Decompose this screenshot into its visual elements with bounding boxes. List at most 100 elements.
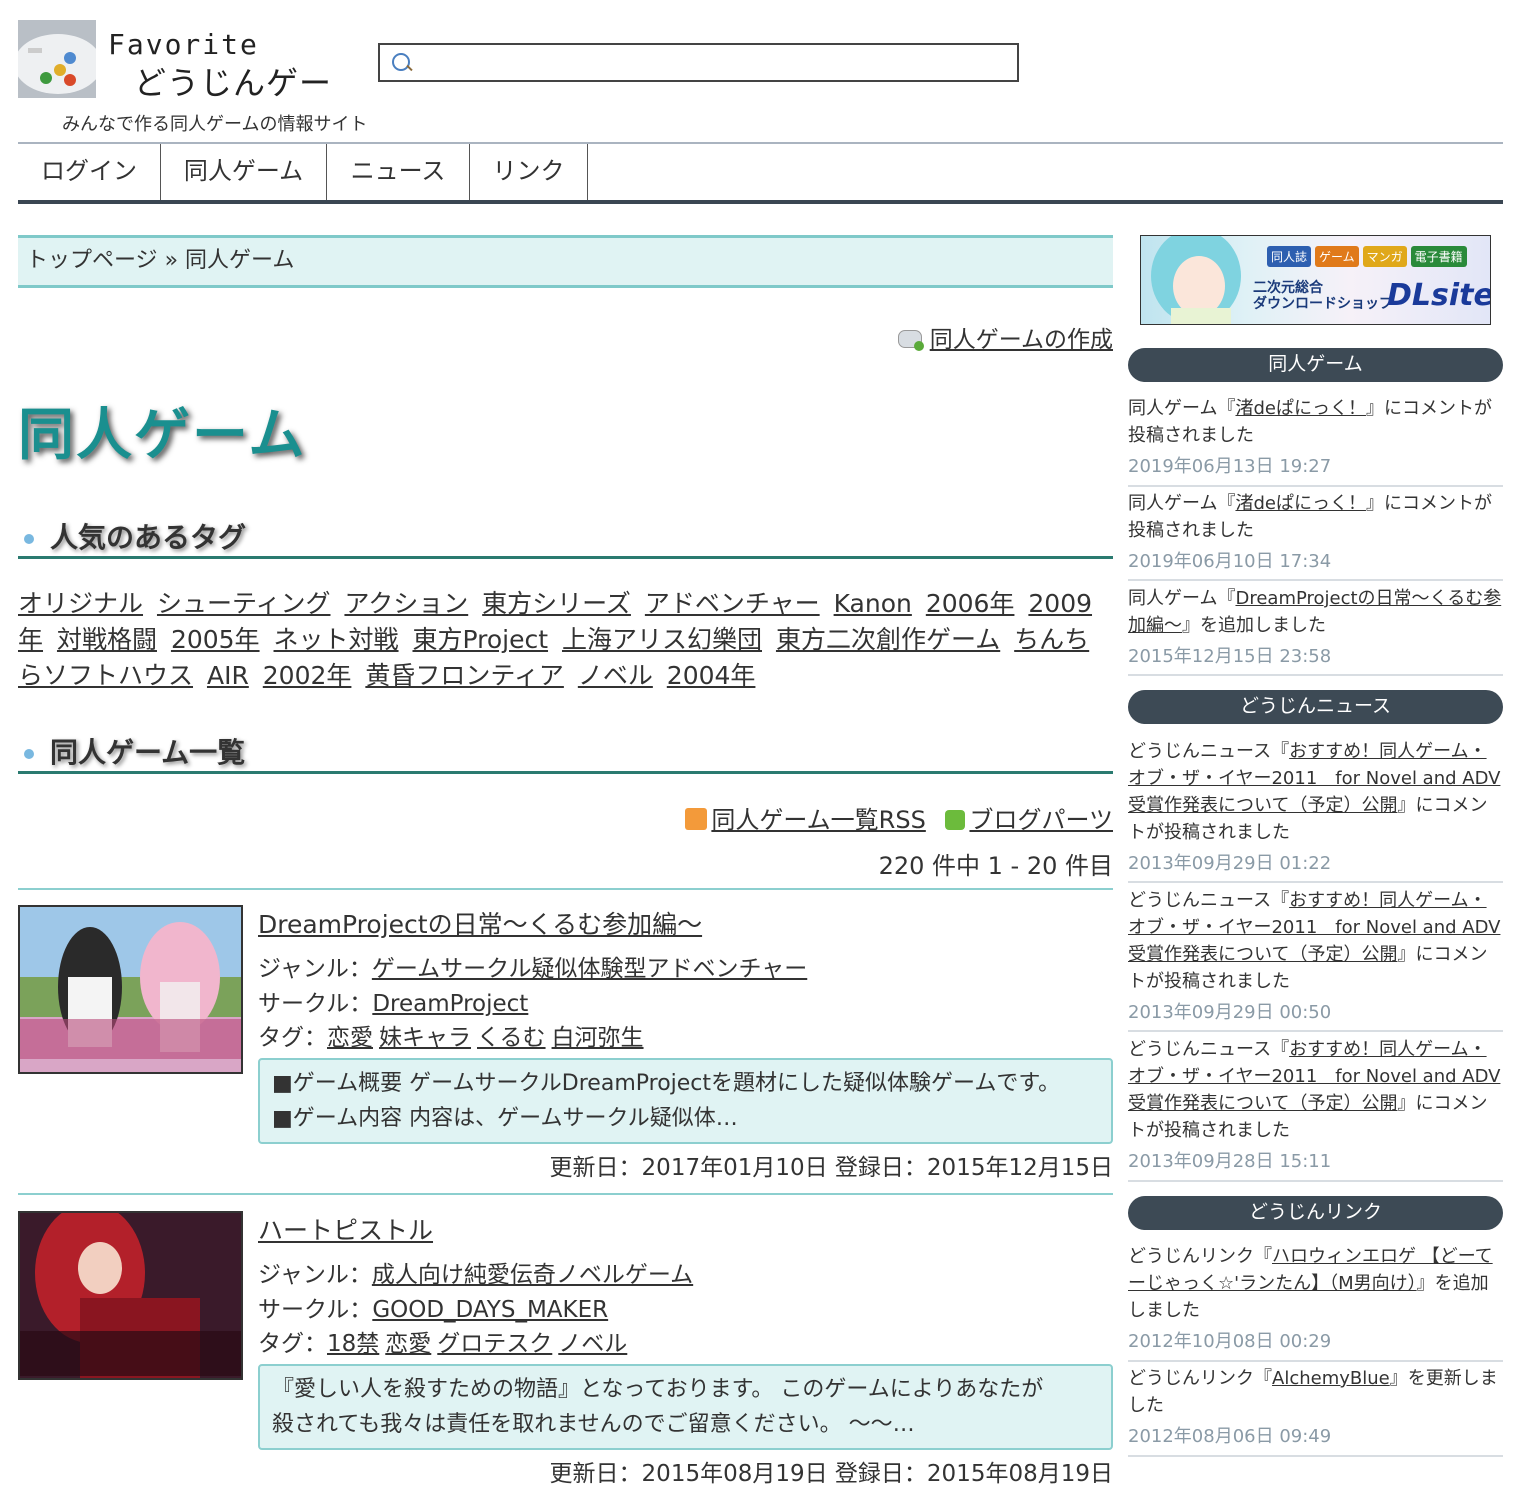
game-entry: ハートピストル ジャンル：成人向け純愛伝奇ノベルゲーム サークル：GOOD_DA… <box>18 1211 1113 1487</box>
tag-link[interactable]: 東方二次創作ゲーム <box>776 625 1000 654</box>
game-screenshot-image <box>20 907 241 1072</box>
create-game-link-wrap: 同人ゲームの作成 <box>898 320 1113 354</box>
tag-link[interactable]: グロテスク <box>437 1331 552 1357</box>
breadcrumb-home[interactable]: トップページ <box>26 248 158 273</box>
search-icon <box>392 53 410 71</box>
site-tagline: みんなで作る同人ゲームの情報サイト <box>62 114 368 135</box>
sidebar-activity-item: 同人ゲーム『渚deぱにっく！』にコメントが投稿されました 2019年06月13日… <box>1128 395 1503 480</box>
main-nav: ログイン 同人ゲーム ニュース リンク <box>18 142 1503 204</box>
game-screenshot-image <box>20 1213 241 1378</box>
game-thumbnail[interactable] <box>18 905 243 1074</box>
tag-link[interactable]: アドベンチャー <box>645 589 820 618</box>
game-circle: サークル：DreamProject <box>258 991 529 1017</box>
tag-link[interactable]: 東方Project <box>412 625 548 654</box>
sidebar-item-link[interactable]: AlchemyBlue <box>1272 1368 1390 1389</box>
circle-link[interactable]: GOOD_DAYS_MAKER <box>372 1297 608 1323</box>
sidebar-activity-item: どうじんニュース『おすすめ！同人ゲーム・オブ・ザ・イヤー2011 for Nov… <box>1128 1036 1503 1175</box>
create-game-link[interactable]: 同人ゲームの作成 <box>930 327 1113 353</box>
genre-link[interactable]: ゲームサークル疑似体験型アドベンチャー <box>372 956 807 982</box>
nav-login[interactable]: ログイン <box>18 144 161 200</box>
game-title-link[interactable]: DreamProjectの日常～くるむ参加編～ <box>258 905 702 941</box>
sidebar-heading-links: どうじんリンク <box>1128 1196 1503 1230</box>
sidebar-activity-item: 同人ゲーム『渚deぱにっく！』にコメントが投稿されました 2019年06月10日… <box>1128 490 1503 575</box>
tag-link[interactable]: 対戦格闘 <box>57 625 157 654</box>
game-thumbnail[interactable] <box>18 1211 243 1380</box>
tag-link[interactable]: アクション <box>344 589 468 618</box>
sidebar-item-date: 2013年09月29日 01:22 <box>1128 853 1332 874</box>
sidebar-activity-item: 同人ゲーム『DreamProjectの日常～くるむ参加編～』を追加しました 20… <box>1128 585 1503 670</box>
tag-link[interactable]: ノベル <box>578 661 653 690</box>
game-tags: タグ：恋愛 妹キャラ くるむ 白河弥生 <box>258 1025 644 1051</box>
tag-link[interactable]: 2002年 <box>263 661 352 690</box>
game-genre: ジャンル：ゲームサークル疑似体験型アドベンチャー <box>258 956 808 982</box>
game-description: 『愛しい人を殺すための物語』となっております。 このゲームによりあなたが 殺され… <box>258 1364 1113 1450</box>
tag-link[interactable]: オリジナル <box>18 589 143 618</box>
tag-link[interactable]: ネット対戦 <box>274 625 399 654</box>
nav-news[interactable]: ニュース <box>327 144 470 200</box>
divider <box>1128 881 1503 883</box>
sidebar-item-link[interactable]: 渚deぱにっく！ <box>1235 493 1366 514</box>
nav-links[interactable]: リンク <box>470 144 588 200</box>
circle-link[interactable]: DreamProject <box>372 991 528 1017</box>
sidebar-item-date: 2013年09月29日 00:50 <box>1128 1002 1332 1023</box>
feed-links: 同人ゲーム一覧RSS ブログパーツ <box>685 800 1113 835</box>
banner-chip: ゲーム <box>1315 246 1359 267</box>
search-box[interactable] <box>378 43 1019 82</box>
tag-link[interactable]: 黄昏フロンティア <box>365 661 564 690</box>
site-logo[interactable] <box>18 20 96 98</box>
divider <box>18 1193 1113 1195</box>
tag-link[interactable]: 東方シリーズ <box>482 589 631 618</box>
page-title: 同人ゲーム <box>18 403 307 468</box>
tag-link[interactable]: Kanon <box>834 589 912 618</box>
tag-link[interactable]: 2004年 <box>667 661 756 690</box>
divider <box>1128 485 1503 487</box>
game-tags: タグ：18禁 恋愛 グロテスク ノベル <box>258 1331 628 1357</box>
rss-link[interactable]: 同人ゲーム一覧RSS <box>711 806 925 834</box>
result-count: 220 件中 1 - 20 件目 <box>878 852 1113 880</box>
divider <box>18 888 1113 890</box>
sidebar-item-link[interactable]: 渚deぱにっく！ <box>1235 398 1366 419</box>
game-circle: サークル：GOOD_DAYS_MAKER <box>258 1297 609 1323</box>
game-dates: 更新日：2017年01月10日 登録日：2015年12月15日 <box>549 1155 1113 1181</box>
tag-link[interactable]: 白河弥生 <box>552 1025 644 1051</box>
tag-link[interactable]: 妹キャラ <box>379 1025 471 1051</box>
blog-parts-link[interactable]: ブログパーツ <box>969 806 1113 834</box>
gamepad-add-icon <box>898 330 925 351</box>
sidebar-heading-games: 同人ゲーム <box>1128 348 1503 382</box>
tag-link[interactable]: 上海アリス幻樂団 <box>562 625 762 654</box>
logo-title: Favorite <box>108 28 259 61</box>
sidebar-item-date: 2015年12月15日 23:58 <box>1128 646 1332 667</box>
tag-link[interactable]: 2005年 <box>171 625 260 654</box>
popular-tags-heading: 人気のあるタグ <box>18 512 1113 559</box>
breadcrumb: トップページ » 同人ゲーム <box>18 235 1113 288</box>
tag-link[interactable]: AIR <box>207 661 249 690</box>
sidebar-activity-item: どうじんリンク『AlchemyBlue』を更新しました 2012年08月06日 … <box>1128 1365 1503 1450</box>
tag-link[interactable]: くるむ <box>477 1025 546 1051</box>
game-description: ■ゲーム概要 ゲームサークルDreamProjectを題材にした疑似体験ゲームで… <box>258 1058 1113 1144</box>
tag-link[interactable]: 18禁 <box>327 1331 379 1357</box>
divider <box>1128 1030 1503 1032</box>
bullet-icon <box>24 749 34 759</box>
sidebar-item-date: 2012年10月08日 00:29 <box>1128 1331 1332 1352</box>
game-list-heading: 同人ゲーム一覧 <box>18 727 1113 774</box>
popular-tags-list: オリジナル シューティング アクション 東方シリーズ アドベンチャー Kanon… <box>18 586 1113 694</box>
tag-link[interactable]: ノベル <box>558 1331 627 1357</box>
divider <box>1128 674 1503 676</box>
banner-chip: 同人誌 <box>1267 246 1312 267</box>
nav-doujin-games[interactable]: 同人ゲーム <box>161 144 327 200</box>
tag-link[interactable]: シューティング <box>157 589 331 618</box>
dlsite-banner[interactable]: 同人誌 ゲーム マンガ 電子書籍 二次元総合 ダウンロードショップ DLsite <box>1140 235 1491 325</box>
game-title-link[interactable]: ハートピストル <box>258 1211 433 1247</box>
tag-link[interactable]: 2006年 <box>926 589 1015 618</box>
sidebar-item-date: 2013年09月28日 15:11 <box>1128 1151 1332 1172</box>
tag-link[interactable]: 恋愛 <box>385 1331 431 1357</box>
sidebar-item-date: 2019年06月10日 17:34 <box>1128 551 1332 572</box>
sidebar-heading-news: どうじんニュース <box>1128 690 1503 724</box>
rss-icon <box>685 808 708 830</box>
search-input[interactable] <box>418 49 1012 77</box>
game-entry: DreamProjectの日常～くるむ参加編～ ジャンル：ゲームサークル疑似体験… <box>18 905 1113 1181</box>
gamepad-icon <box>18 20 96 98</box>
genre-link[interactable]: 成人向け純愛伝奇ノベルゲーム <box>372 1262 693 1288</box>
sidebar-activity-item: どうじんニュース『おすすめ！同人ゲーム・オブ・ザ・イヤー2011 for Nov… <box>1128 738 1503 877</box>
tag-link[interactable]: 恋愛 <box>327 1025 373 1051</box>
